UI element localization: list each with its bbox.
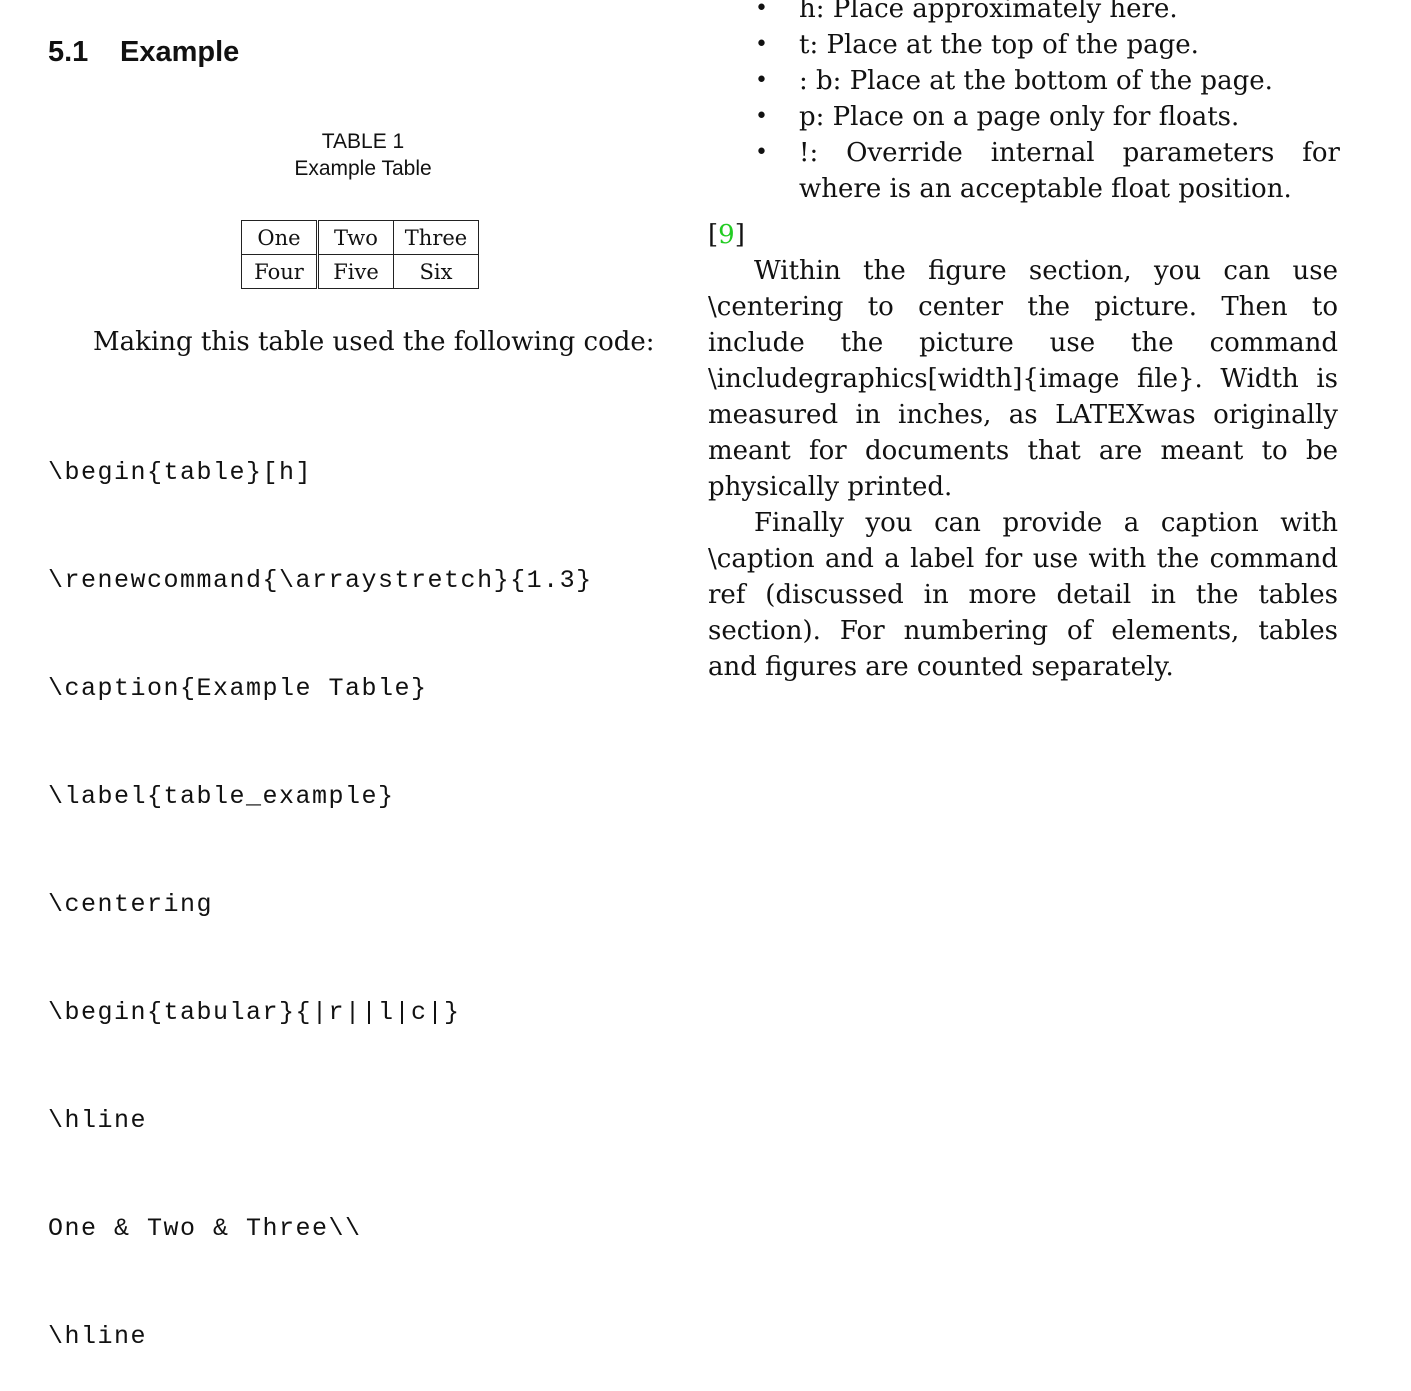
list-item: • p: Place on a page only for floats. — [700, 99, 1340, 135]
bullet-icon: • — [755, 32, 768, 57]
list-item: • : b: Place at the bottom of the page. — [700, 63, 1340, 99]
table-cell: Three — [393, 220, 479, 255]
body-paragraph: Finally you can provide a caption with \… — [708, 508, 1338, 682]
float-options-list: • h: Place approximately here. • t: Place … — [700, 0, 1340, 207]
code-line: \begin{tabular}{|r||l|c|} — [48, 998, 461, 1027]
list-item-text: h: Place approximately here. — [799, 0, 1178, 24]
example-table: One Two Three Four Five Six — [241, 220, 479, 289]
code-block: \begin{table}[h] \renewcommand{\arraystr… — [48, 383, 593, 1391]
list-item: • t: Place at the top of the page. — [700, 27, 1340, 63]
table-cell: Two — [317, 220, 394, 255]
bullet-icon: • — [755, 0, 768, 21]
code-line: One & Two & Three\\ — [48, 1214, 362, 1243]
code-line: \begin{table}[h] — [48, 458, 313, 487]
section-number: 5.1 — [48, 36, 89, 68]
table-cell: Six — [393, 254, 479, 289]
code-line: \renewcommand{\arraystretch}{1.3} — [48, 566, 593, 595]
body-paragraph: Within the figure section, you can use \… — [708, 256, 1338, 502]
list-item-text: t: Place at the top of the page. — [799, 30, 1199, 60]
code-line: \caption{Example Table} — [48, 674, 428, 703]
bullet-icon: • — [755, 104, 768, 129]
table-row: One Two Three — [241, 220, 479, 255]
list-item-text: p: Place on a page only for floats. — [799, 102, 1240, 132]
table-cell: Five — [317, 254, 394, 289]
table-label: TABLE 1 — [321, 130, 405, 153]
code-line: \centering — [48, 890, 214, 919]
table-cell: One — [241, 220, 319, 255]
code-line: \hline — [48, 1106, 148, 1135]
list-item-text: !: Override internal parameters for wher… — [799, 138, 1340, 204]
list-item: • !: Override internal parameters for whe… — [700, 135, 1340, 207]
section-heading: 5.1 Example — [48, 36, 239, 69]
table-caption-text: Example Table — [294, 157, 432, 180]
table-caption: TABLE 1 Example Table — [220, 128, 506, 182]
citation: [9] — [708, 217, 745, 253]
bullet-icon: • — [755, 140, 768, 165]
intro-paragraph: Making this table used the following cod… — [93, 327, 655, 357]
citation-link[interactable]: 9 — [718, 220, 735, 250]
section-title: Example — [120, 36, 240, 68]
bullet-icon: • — [755, 68, 768, 93]
list-item-text: : b: Place at the bottom of the page. — [799, 66, 1273, 96]
code-line: \hline — [48, 1322, 148, 1351]
citation-open-bracket: [ — [708, 220, 719, 250]
list-item: • h: Place approximately here. — [700, 0, 1340, 27]
table-cell: Four — [241, 254, 319, 289]
citation-close-bracket: ] — [734, 220, 745, 250]
table-row: Four Five Six — [241, 254, 479, 289]
code-line: \label{table_example} — [48, 782, 395, 811]
